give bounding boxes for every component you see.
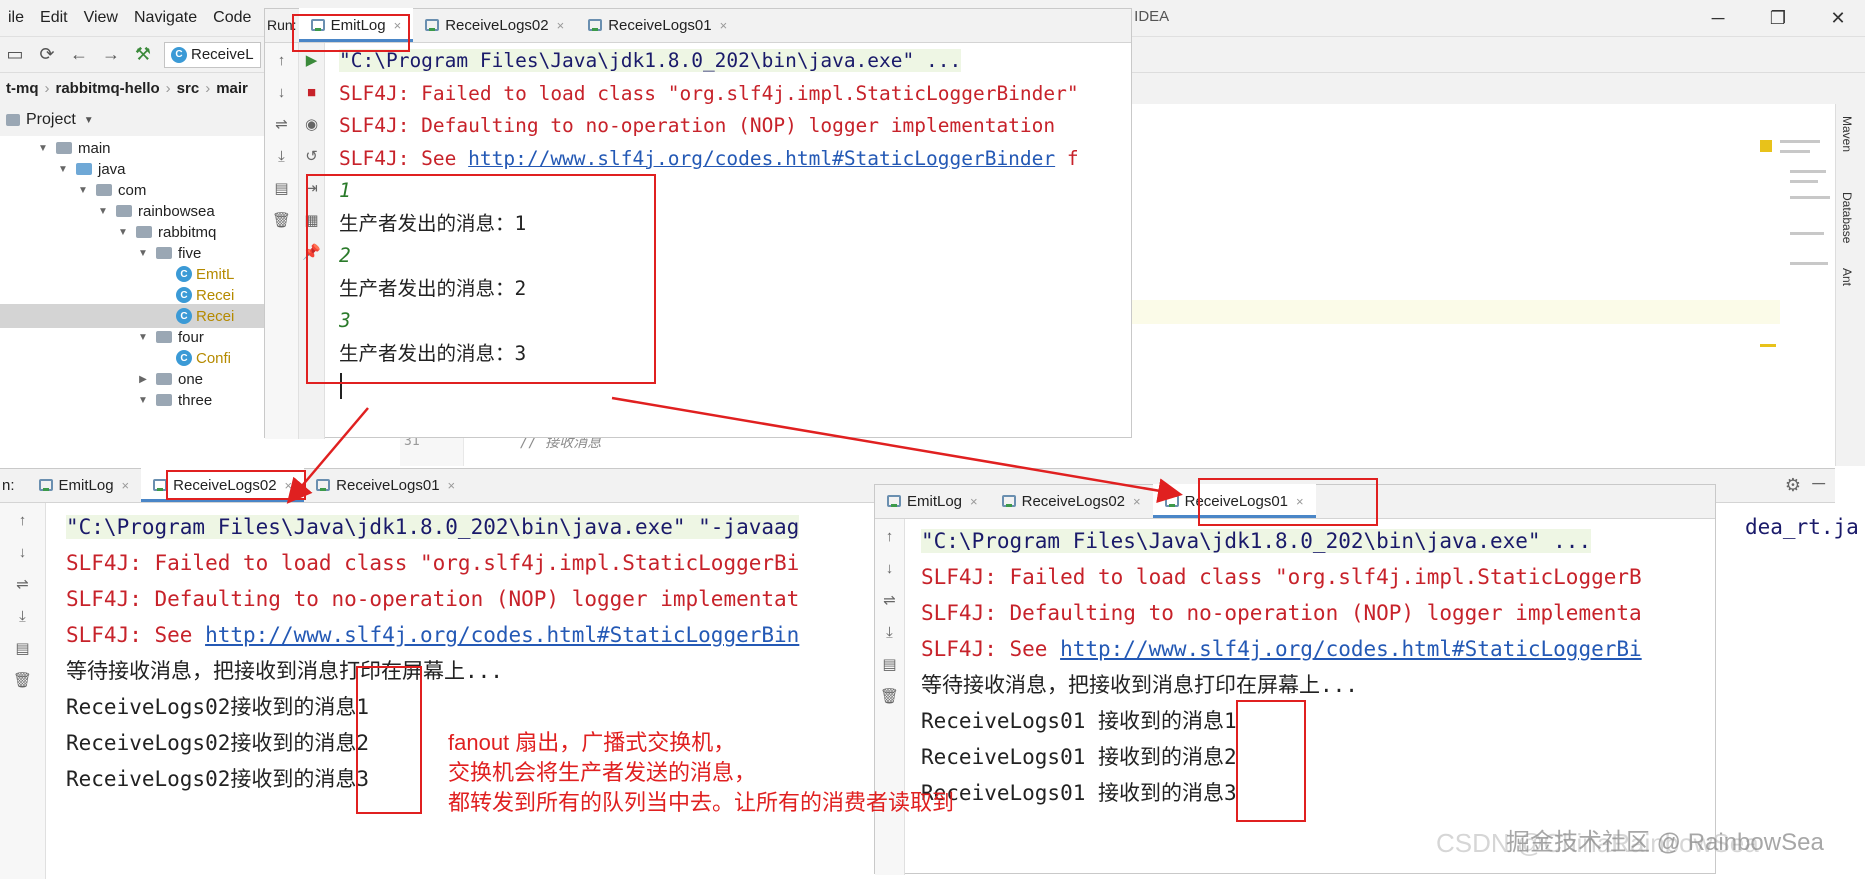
- annotation-note: fanout 扇出，广播式交换机， 交换机会将生产者发送的消息， 都转发到所有的队列…: [448, 728, 954, 818]
- annotation-line: fanout 扇出，广播式交换机，: [448, 730, 736, 755]
- annotation-line: 交换机会将生产者发送的消息，: [448, 760, 757, 785]
- watermark: 掘金技术社区 @ RainbowSea: [1506, 829, 1824, 856]
- arrow-to-receivelogs01: [611, 396, 1183, 503]
- annotation-line: 都转发到所有的队列当中去。让所有的消费者读取到: [448, 790, 955, 815]
- arrow-to-receivelogs02: [286, 407, 369, 504]
